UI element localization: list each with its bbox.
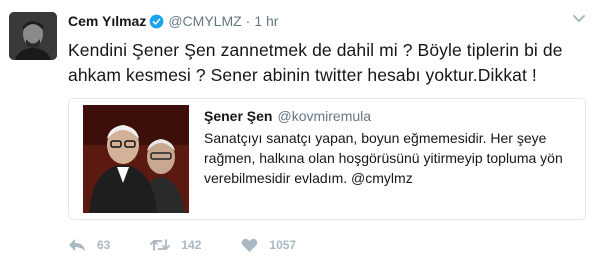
verified-badge-icon [149,14,164,28]
heart-icon [242,238,258,252]
reply-count: 63 [97,238,111,252]
author-name[interactable]: Cem Yılmaz [68,13,146,29]
quoted-text: Sanatçıyı sanatçı yapan, boyun eğmemesid… [204,130,563,186]
quoted-tweet[interactable]: Şener Şen @kovmiremula Sanatçıyı sanatçı… [68,98,586,220]
quoted-author-name[interactable]: Şener Şen [204,108,272,124]
retweet-button[interactable]: 142 [150,238,201,252]
retweet-count: 142 [181,238,202,252]
tweet-actions: 63 142 1057 [68,236,336,254]
tweet-card[interactable]: Cem Yılmaz @CMYLMZ · 1 hr Kendini Şener … [0,0,600,270]
author-handle[interactable]: @CMYLMZ [168,13,241,29]
reply-icon [69,239,85,251]
retweet-icon [150,239,171,251]
tweet-header: Cem Yılmaz @CMYLMZ · 1 hr [68,11,278,31]
chevron-down-icon[interactable] [572,14,586,24]
quoted-author-handle[interactable]: @kovmiremula [277,108,371,124]
like-button[interactable]: 1057 [241,238,296,253]
reply-button[interactable]: 63 [68,238,110,252]
tweet-text: Kendini Şener Şen zannetmek de dahil mi … [68,40,563,85]
like-count: 1057 [269,238,297,252]
meta-separator: · [245,13,251,29]
tweet-timestamp[interactable]: 1 hr [254,13,278,29]
quoted-photo [83,105,189,213]
avatar-photo [9,12,57,60]
quoted-header: Şener Şen @kovmiremula [204,108,371,124]
user-avatar[interactable] [9,12,57,60]
